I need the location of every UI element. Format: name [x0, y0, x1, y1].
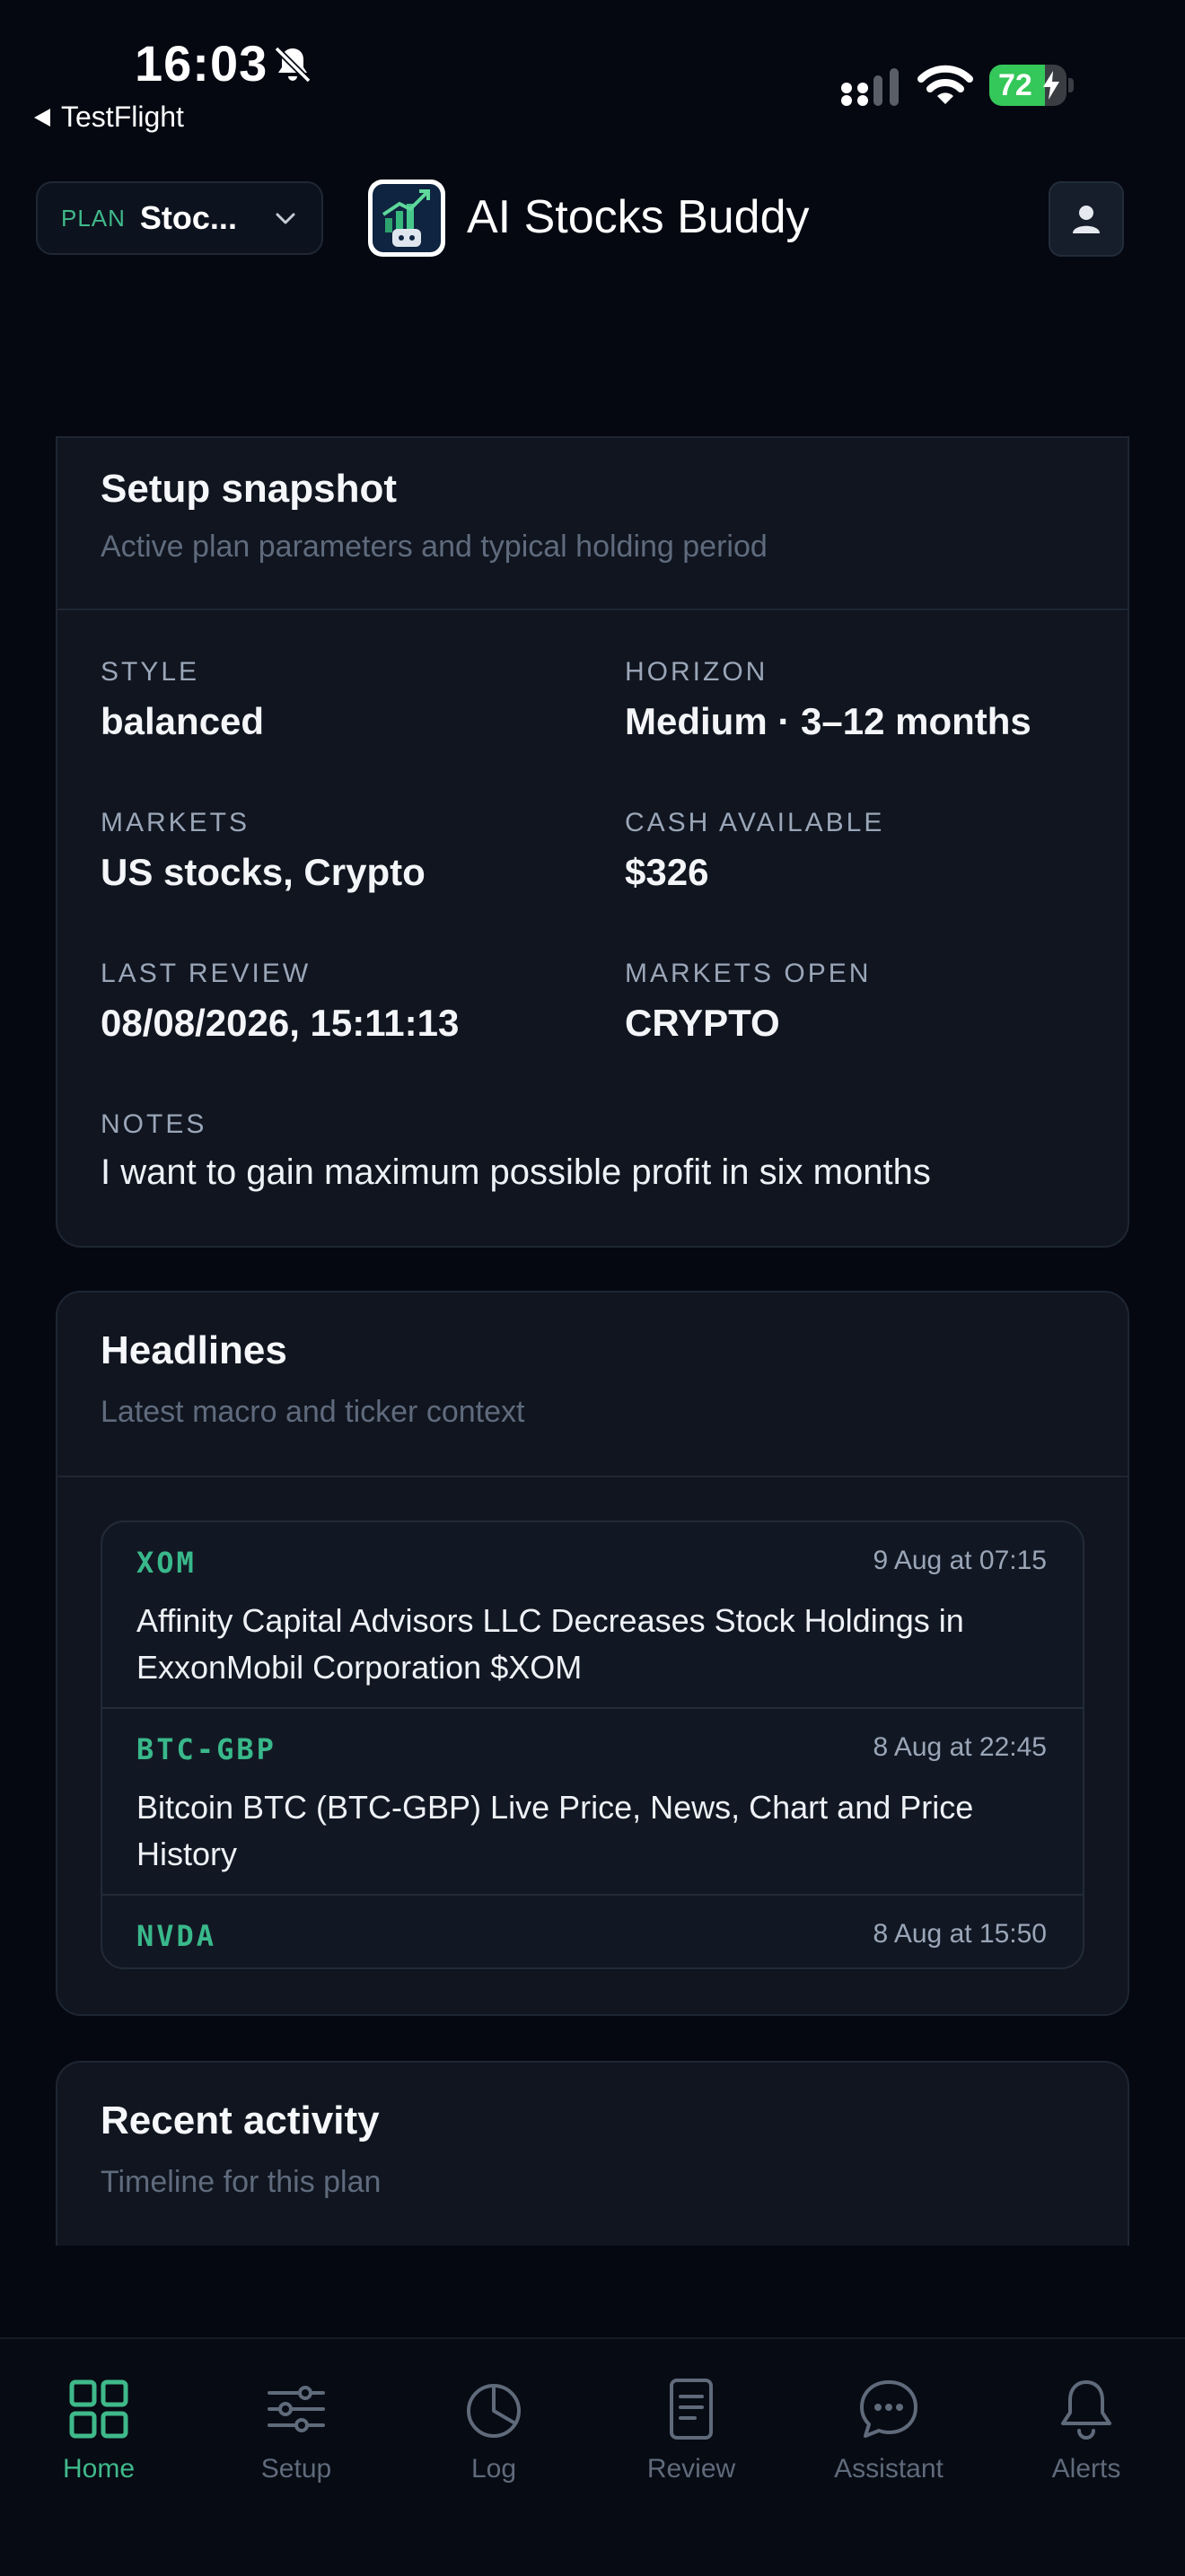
tab-label: Home [62, 2454, 136, 2484]
horizon-value: Medium · 3–12 months [625, 700, 1031, 742]
headline-item[interactable]: BTC-GBP 8 Aug at 22:45 Bitcoin BTC (BTC-… [102, 1707, 1083, 1894]
document-icon [670, 2379, 713, 2440]
pie-icon [467, 2384, 521, 2438]
headline-time: 8 Aug at 22:45 [873, 1732, 1047, 1762]
profile-button[interactable] [1049, 181, 1124, 257]
review-value: 08/08/2026, 15:11:13 [101, 1002, 460, 1044]
headline-title: Bitcoin BTC (BTC-GBP) Live Price, News, … [136, 1789, 974, 1872]
wifi-icon [917, 65, 973, 104]
horizon-label: HORIZON [625, 657, 768, 687]
user-icon [1073, 206, 1100, 233]
tab-label: Assistant [834, 2454, 944, 2484]
headline-ticker: BTC-GBP [136, 1732, 276, 1766]
back-to-testflight[interactable]: TestFlight [34, 101, 184, 134]
headline-time: 8 Aug at 15:50 [873, 1919, 1047, 1949]
snapshot-title: Setup snapshot [101, 467, 398, 511]
chevron-down-icon [276, 213, 295, 224]
notes-value: I want to gain maximum possible profit i… [101, 1152, 931, 1192]
plan-selector[interactable]: PLAN Stoc... [36, 181, 323, 255]
headline-time: 9 Aug at 07:15 [873, 1546, 1047, 1575]
tab-home[interactable]: Home [18, 2375, 180, 2484]
style-value: balanced [101, 700, 265, 742]
headline-item[interactable]: XOM 9 Aug at 07:15 Affinity Capital Advi… [102, 1522, 1083, 1707]
charging-bolt-icon [1043, 71, 1059, 100]
plan-label: PLAN [61, 204, 126, 232]
headline-item[interactable]: NVDA 8 Aug at 15:50 [102, 1894, 1083, 1967]
tab-assistant[interactable]: Assistant [808, 2375, 970, 2484]
tab-label: Log [470, 2454, 517, 2484]
tab-label: Review [646, 2454, 736, 2484]
chat-bubble-icon [860, 2380, 917, 2438]
status-time: 16:03 [135, 35, 268, 92]
markets-value: US stocks, Crypto [101, 851, 426, 893]
markets-open-label: MARKETS OPEN [625, 959, 872, 988]
headline-title: Affinity Capital Advisors LLC Decreases … [136, 1602, 964, 1686]
bell-icon [1061, 2380, 1111, 2440]
battery-icon: 72 [989, 65, 1075, 106]
headlines-subtitle: Latest macro and ticker context [101, 1395, 525, 1429]
sliders-icon [268, 2386, 325, 2432]
plan-value: Stoc... [139, 199, 237, 236]
tab-label: Alerts [1051, 2454, 1121, 2484]
tab-alerts[interactable]: Alerts [1005, 2375, 1167, 2484]
tab-review[interactable]: Review [610, 2375, 772, 2484]
headlines-list: XOM 9 Aug at 07:15 Affinity Capital Advi… [101, 1520, 1084, 1969]
markets-label: MARKETS [101, 808, 250, 837]
bell-slash-icon [274, 46, 312, 83]
notes-label: NOTES [101, 1109, 207, 1139]
snapshot-header: Setup snapshot Active plan parameters an… [57, 438, 1128, 610]
style-label: STYLE [101, 657, 200, 687]
tab-log[interactable]: Log [413, 2375, 575, 2484]
tab-bar: Home Setup Log Review Assistant Alerts [0, 2337, 1185, 2576]
review-label: LAST REVIEW [101, 959, 312, 988]
activity-title: Recent activity [101, 2098, 380, 2142]
app-logo [368, 180, 445, 257]
tab-setup[interactable]: Setup [215, 2375, 377, 2484]
grid-icon [69, 2379, 128, 2439]
cash-value: $326 [625, 851, 709, 893]
headline-ticker: NVDA [136, 1919, 217, 1953]
battery-percent: 72 [998, 68, 1032, 102]
cash-label: CASH AVAILABLE [625, 808, 885, 837]
back-label: TestFlight [61, 101, 184, 133]
activity-subtitle: Timeline for this plan [101, 2165, 382, 2199]
tab-label: Setup [260, 2454, 332, 2484]
headlines-header: Headlines Latest macro and ticker contex… [57, 1292, 1128, 1477]
headlines-title: Headlines [101, 1328, 287, 1372]
back-arrow-icon [34, 108, 50, 127]
snapshot-subtitle: Active plan parameters and typical holdi… [101, 530, 768, 564]
setup-snapshot-card: Setup snapshot Active plan parameters an… [56, 436, 1129, 1248]
recent-activity-card: Recent activity Timeline for this plan [56, 2061, 1129, 2246]
robot-chart-logo [382, 189, 430, 247]
signal-icon [841, 68, 899, 106]
headlines-card: Headlines Latest macro and ticker contex… [56, 1291, 1129, 2016]
markets-open-value: CRYPTO [625, 1002, 780, 1044]
app-title: AI Stocks Buddy [467, 191, 810, 243]
headline-ticker: XOM [136, 1546, 197, 1580]
